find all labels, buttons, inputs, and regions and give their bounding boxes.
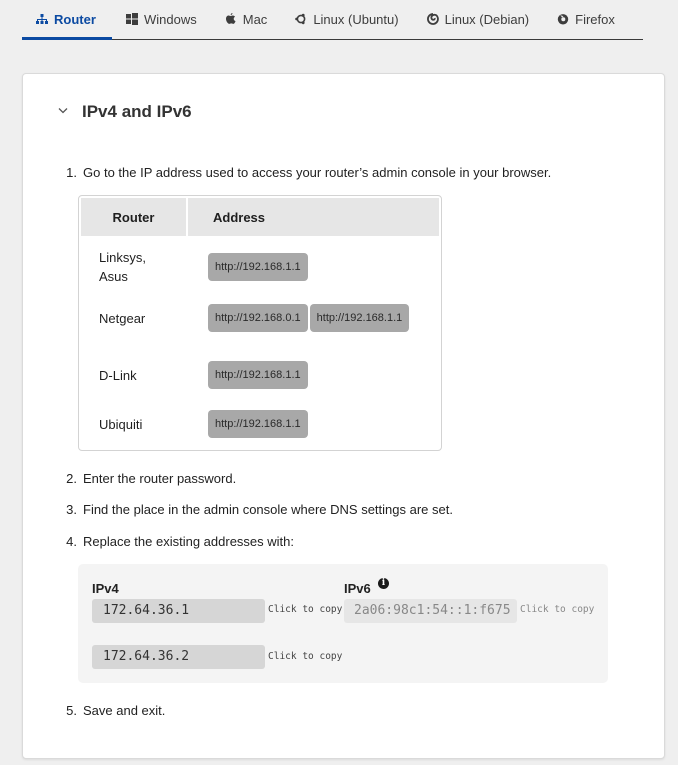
tab-label: Linux (Debian) — [444, 11, 530, 27]
router-name: Ubiquiti — [99, 416, 143, 432]
table-row: Ubiquiti http://192.168.1.1 — [79, 410, 441, 438]
step-text: Enter the router password. — [83, 471, 237, 486]
address-cell: http://192.168.0.1 http://192.168.1.1 — [208, 304, 411, 332]
sitemap-icon — [36, 13, 48, 25]
ipv4-label: IPv4 — [92, 581, 119, 596]
address-pill[interactable]: http://192.168.1.1 — [208, 361, 308, 389]
address-pill[interactable]: http://192.168.0.1 — [208, 304, 308, 332]
address-cell: http://192.168.1.1 — [208, 361, 310, 389]
header-router: Router — [81, 198, 188, 236]
router-name: Linksys, Asus — [99, 250, 146, 284]
step-number: 3. — [66, 502, 77, 517]
ipv4-primary-field[interactable]: 172.64.36.1 — [92, 599, 265, 623]
windows-icon — [126, 13, 138, 25]
chevron-down-icon — [58, 107, 68, 117]
debian-icon — [426, 13, 439, 25]
router-address-table: Router Address Linksys, Asus http://192.… — [78, 195, 442, 451]
ubuntu-icon — [295, 13, 307, 25]
copy-ipv6-button[interactable]: Click to copy — [520, 604, 594, 615]
step-number: 4. — [66, 534, 77, 549]
address-cell: http://192.168.1.1 — [208, 410, 310, 438]
copy-ipv4-primary-button[interactable]: Click to copy — [268, 604, 342, 615]
ipv6-label: IPv6 — [344, 581, 371, 596]
router-name: Netgear — [99, 310, 146, 326]
table-row: Netgear http://192.168.0.1 http://192.168… — [79, 304, 441, 332]
address-pill[interactable]: http://192.168.1.1 — [208, 410, 308, 438]
tab-linux-debian[interactable]: Linux (Debian) — [413, 0, 544, 38]
copy-ipv4-secondary-button[interactable]: Click to copy — [268, 651, 342, 662]
step-number: 2. — [66, 471, 77, 486]
section-toggle[interactable]: IPv4 and IPv6 — [58, 102, 192, 122]
step-text: Go to the IP address used to access your… — [83, 165, 552, 180]
step-text: Find the place in the admin console wher… — [83, 502, 453, 517]
step-number: 1. — [66, 165, 77, 180]
tab-router[interactable]: Router — [22, 0, 112, 40]
tab-windows[interactable]: Windows — [112, 0, 211, 38]
section-title: IPv4 and IPv6 — [82, 102, 192, 121]
table-row: D-Link http://192.168.1.1 — [79, 361, 441, 389]
dns-addresses-box: IPv4 172.64.36.1 Click to copy 172.64.36… — [78, 564, 608, 683]
ipv4-secondary-field[interactable]: 172.64.36.2 — [92, 645, 265, 669]
step-5: 5. Save and exit. — [57, 703, 165, 718]
platform-tabs: Router Windows Mac Linux (Ubuntu) Linux … — [22, 0, 643, 40]
step-text: Replace the existing addresses with: — [83, 534, 295, 549]
step-text: Save and exit. — [83, 703, 166, 718]
info-icon[interactable]: i — [378, 578, 389, 589]
tab-firefox[interactable]: Firefox — [543, 0, 629, 38]
address-pill[interactable]: http://192.168.1.1 — [208, 253, 308, 281]
tab-label: Windows — [144, 11, 197, 27]
step-3: 3. Find the place in the admin console w… — [57, 502, 453, 517]
tab-label: Firefox — [575, 11, 615, 27]
table-header: Router Address — [81, 198, 439, 236]
step-1: 1. Go to the IP address used to access y… — [57, 165, 551, 180]
tab-mac[interactable]: Mac — [211, 0, 282, 38]
instructions-card: IPv4 and IPv6 1. Go to the IP address us… — [22, 73, 665, 759]
tab-linux-ubuntu[interactable]: Linux (Ubuntu) — [281, 0, 412, 38]
table-row: Linksys, Asus http://192.168.1.1 — [79, 247, 441, 287]
step-number: 5. — [66, 703, 77, 718]
step-2: 2. Enter the router password. — [57, 471, 236, 486]
tab-label: Linux (Ubuntu) — [313, 11, 399, 27]
apple-icon — [225, 13, 237, 25]
tab-label: Mac — [242, 11, 268, 27]
firefox-icon — [557, 13, 569, 25]
address-pill[interactable]: http://192.168.1.1 — [309, 304, 410, 332]
router-name: D-Link — [99, 367, 137, 383]
address-cell: http://192.168.1.1 — [208, 253, 310, 281]
step-4: 4. Replace the existing addresses with: — [57, 534, 294, 549]
header-address: Address — [213, 209, 266, 225]
tab-label: Router — [54, 11, 96, 27]
ipv6-field[interactable]: 2a06:98c1:54::1:f675 — [344, 599, 517, 623]
